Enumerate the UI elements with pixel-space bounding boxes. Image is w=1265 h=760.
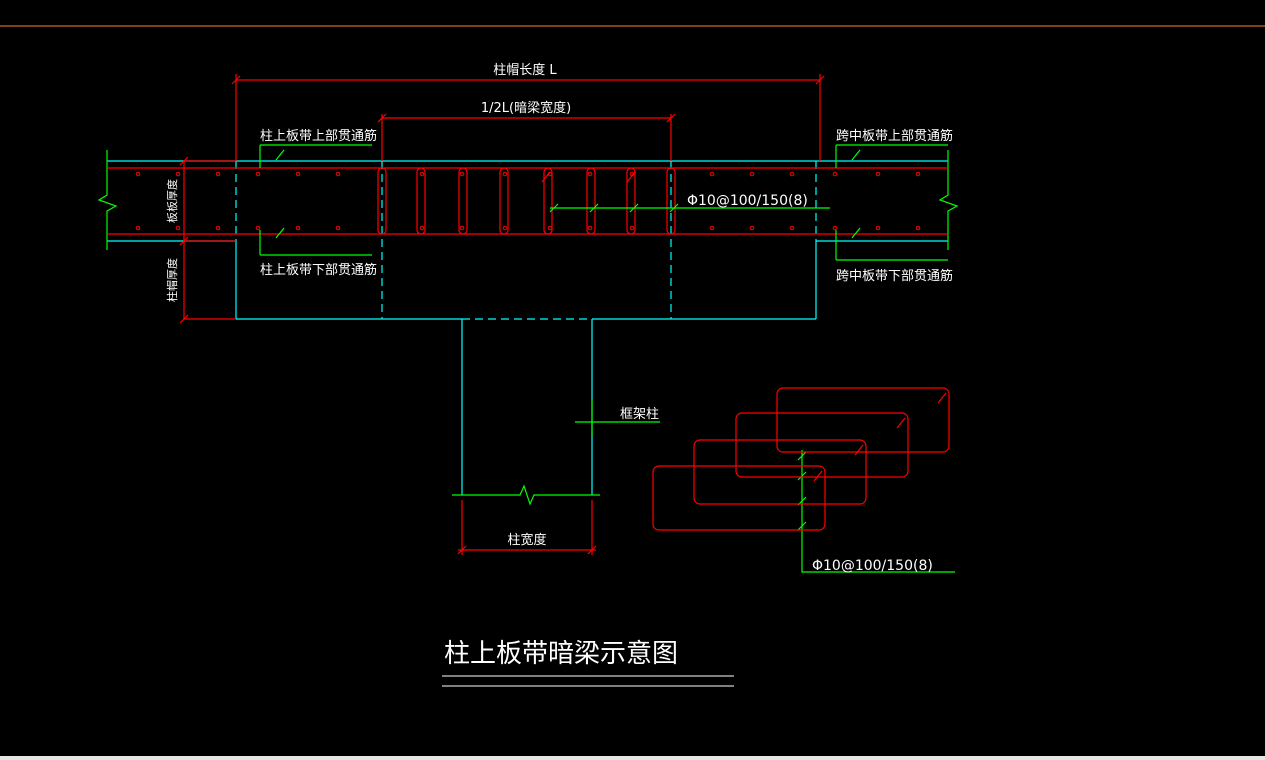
rebar-dot <box>832 171 838 177</box>
concrete-outline <box>107 160 948 495</box>
rebar <box>107 167 948 235</box>
rebar-dot <box>135 225 141 231</box>
rebar-dot <box>915 225 921 231</box>
drawing-title: 柱上板带暗梁示意图 <box>444 639 678 669</box>
slab-thickness-label: 板板厚度 <box>165 179 179 223</box>
top-left-rebar-label: 柱上板带上部贯通筋 <box>260 128 377 144</box>
rebar-dot <box>419 171 425 177</box>
break-lines <box>97 150 959 506</box>
rebar-dot <box>749 225 755 231</box>
bottom-left-rebar-label: 柱上板带下部贯通筋 <box>260 262 377 278</box>
rebar-dot <box>419 225 425 231</box>
rebar-dot <box>502 225 508 231</box>
rebar-dot <box>175 171 181 177</box>
rebar-dot <box>915 171 921 177</box>
rebar-dot <box>459 225 465 231</box>
rebar-dot <box>255 171 261 177</box>
column-width-label: 柱宽度 <box>507 532 546 548</box>
stirrup-spec-label: Φ10@100/150(8) <box>687 193 808 209</box>
stirrup-detail-label: Φ10@100/150(8) <box>812 558 933 574</box>
rebar-dot <box>587 171 593 177</box>
rebar-dot <box>789 225 795 231</box>
half-l-label: 1/2L(暗梁宽度) <box>481 100 571 116</box>
rebar-dot <box>709 171 715 177</box>
cap-thickness-label: 柱帽厚度 <box>165 258 179 302</box>
top-right-rebar-label: 跨中板带上部贯通筋 <box>836 128 953 144</box>
rebar-dot <box>789 171 795 177</box>
rebar-dot <box>135 171 141 177</box>
rebar-dot <box>709 225 715 231</box>
rebar-dot <box>875 225 881 231</box>
stirrup-detail <box>652 387 950 531</box>
dimension-lines <box>179 74 825 555</box>
rebar-dot <box>547 225 553 231</box>
rebar-dot <box>875 171 881 177</box>
bottom-right-rebar-label: 跨中板带下部贯通筋 <box>836 268 953 284</box>
rebar-dot <box>832 225 838 231</box>
rebar-dot <box>215 225 221 231</box>
rebar-dot <box>175 225 181 231</box>
rebar-dot <box>749 171 755 177</box>
rebar-dot <box>459 171 465 177</box>
frame-column-label: 框架柱 <box>620 407 659 422</box>
rebar-dot <box>502 171 508 177</box>
cap-length-label: 柱帽长度 L <box>493 62 557 78</box>
rebar-dot <box>335 225 341 231</box>
rebar-dot <box>215 171 221 177</box>
rebar-dot <box>255 225 261 231</box>
rebar-dot <box>335 171 341 177</box>
drawing-canvas: 柱帽长度 L 1/2L(暗梁宽度) 柱上板带上部贯通筋 柱上板带下部贯通筋 跨中… <box>0 25 1265 687</box>
rebar-dot <box>587 225 593 231</box>
rebar-dot <box>295 171 301 177</box>
rebar-dot <box>295 225 301 231</box>
rebar-dot <box>629 225 635 231</box>
bottom-strip <box>0 756 1265 760</box>
leaders <box>259 144 955 573</box>
